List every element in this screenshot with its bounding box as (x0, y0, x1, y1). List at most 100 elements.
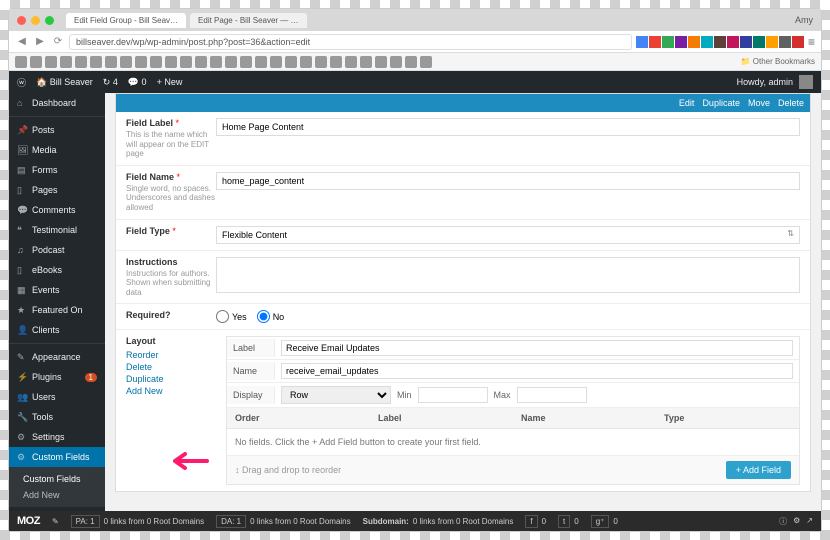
sidebar-item-media[interactable]: 🖼Media (9, 140, 105, 160)
layout-reorder-link[interactable]: Reorder (126, 349, 216, 361)
bookmark-icon[interactable] (45, 56, 57, 68)
bookmark-icon[interactable] (360, 56, 372, 68)
bookmark-icon[interactable] (135, 56, 147, 68)
export-icon[interactable]: ↗ (806, 516, 813, 527)
minimize-window-icon[interactable] (31, 16, 40, 25)
layout-display-select[interactable]: Row (281, 386, 391, 404)
bookmark-icon[interactable] (210, 56, 222, 68)
bookmark-icon[interactable] (390, 56, 402, 68)
edit-link[interactable]: Edit (679, 98, 695, 108)
site-name[interactable]: 🏠 Bill Seaver (36, 77, 93, 88)
sidebar-item-events[interactable]: ▦Events (9, 280, 105, 300)
sidebar-item-users[interactable]: 👥Users (9, 387, 105, 407)
sidebar-item-posts[interactable]: 📌Posts (9, 116, 105, 140)
bookmark-icon[interactable] (75, 56, 87, 68)
comments-icon[interactable]: 💬 0 (128, 77, 147, 88)
required-yes[interactable]: Yes (216, 310, 247, 323)
info-icon[interactable]: ⓘ (779, 516, 787, 527)
reload-icon[interactable]: ⟳ (51, 35, 65, 49)
browser-profile[interactable]: Amy (795, 15, 813, 25)
submenu-add-new[interactable]: Add New (23, 487, 105, 503)
delete-link[interactable]: Delete (778, 98, 804, 108)
field-type-select[interactable]: Flexible Content (216, 226, 800, 244)
ext-icon[interactable] (753, 36, 765, 48)
howdy-user[interactable]: Howdy, admin (737, 77, 793, 87)
ext-icon[interactable] (779, 36, 791, 48)
back-icon[interactable]: ◀ (15, 35, 29, 49)
bookmark-icon[interactable] (420, 56, 432, 68)
pencil-icon[interactable]: ✎ (52, 517, 59, 526)
layout-min-input[interactable] (418, 387, 488, 403)
layout-max-input[interactable] (517, 387, 587, 403)
ext-icon[interactable] (740, 36, 752, 48)
bookmark-icon[interactable] (30, 56, 42, 68)
ext-icon[interactable] (714, 36, 726, 48)
gear-icon[interactable]: ⚙ (793, 516, 800, 527)
new-content[interactable]: + New (157, 77, 183, 87)
sidebar-item-clients[interactable]: 👤Clients (9, 320, 105, 340)
ext-icon[interactable] (688, 36, 700, 48)
moz-logo[interactable]: MOZ (17, 515, 40, 527)
bookmark-icon[interactable] (60, 56, 72, 68)
fb-icon[interactable]: f (525, 515, 537, 528)
layout-delete-link[interactable]: Delete (126, 361, 216, 373)
sidebar-item-tools[interactable]: 🔧Tools (9, 407, 105, 427)
ext-icon[interactable] (792, 36, 804, 48)
bookmark-icon[interactable] (300, 56, 312, 68)
bookmark-icon[interactable] (165, 56, 177, 68)
required-no[interactable]: No (257, 310, 285, 323)
sidebar-item-podcast[interactable]: ♫Podcast (9, 240, 105, 260)
menu-icon[interactable]: ≡ (808, 35, 815, 49)
sidebar-item-featured[interactable]: ★Featured On (9, 300, 105, 320)
updates-icon[interactable]: ↻ 4 (103, 77, 118, 88)
ext-icon[interactable] (649, 36, 661, 48)
ext-icon[interactable] (636, 36, 648, 48)
sidebar-item-plugins[interactable]: ⚡Plugins1 (9, 367, 105, 387)
avatar-icon[interactable] (799, 75, 813, 89)
sidebar-item-custom-fields[interactable]: ⚙Custom Fields (9, 447, 105, 467)
field-label-input[interactable] (216, 118, 800, 136)
forward-icon[interactable]: ▶ (33, 35, 47, 49)
ext-icon[interactable] (662, 36, 674, 48)
bookmark-icon[interactable] (120, 56, 132, 68)
close-window-icon[interactable] (17, 16, 26, 25)
ext-icon[interactable] (701, 36, 713, 48)
other-bookmarks[interactable]: 📁 Other Bookmarks (741, 57, 815, 66)
bookmark-icon[interactable] (240, 56, 252, 68)
ext-icon[interactable] (675, 36, 687, 48)
browser-tab[interactable]: Edit Page - Bill Seaver — … (190, 13, 306, 28)
instructions-textarea[interactable] (216, 257, 800, 293)
bookmark-icon[interactable] (330, 56, 342, 68)
bookmark-icon[interactable] (150, 56, 162, 68)
url-input[interactable]: billseaver.dev/wp/wp-admin/post.php?post… (69, 34, 632, 50)
bookmark-icon[interactable] (90, 56, 102, 68)
bookmark-icon[interactable] (255, 56, 267, 68)
sidebar-item-dashboard[interactable]: ⌂Dashboard (9, 93, 105, 113)
layout-add-new-link[interactable]: Add New (126, 385, 216, 397)
field-name-input[interactable] (216, 172, 800, 190)
sidebar-item-testimonial[interactable]: ❝Testimonial (9, 220, 105, 240)
bookmark-icon[interactable] (15, 56, 27, 68)
sidebar-item-settings[interactable]: ⚙Settings (9, 427, 105, 447)
bookmark-icon[interactable] (375, 56, 387, 68)
sidebar-item-ebooks[interactable]: ▯eBooks (9, 260, 105, 280)
bookmark-icon[interactable] (180, 56, 192, 68)
bookmark-icon[interactable] (270, 56, 282, 68)
bookmark-icon[interactable] (195, 56, 207, 68)
ext-icon[interactable] (766, 36, 778, 48)
layout-name-input[interactable] (281, 363, 793, 379)
maximize-window-icon[interactable] (45, 16, 54, 25)
bookmark-icon[interactable] (105, 56, 117, 68)
duplicate-link[interactable]: Duplicate (702, 98, 740, 108)
bookmark-icon[interactable] (405, 56, 417, 68)
bookmark-icon[interactable] (225, 56, 237, 68)
bookmark-icon[interactable] (345, 56, 357, 68)
tw-icon[interactable]: t (558, 515, 570, 528)
sidebar-item-appearance[interactable]: ✎Appearance (9, 343, 105, 367)
move-link[interactable]: Move (748, 98, 770, 108)
bookmark-icon[interactable] (315, 56, 327, 68)
bookmark-icon[interactable] (285, 56, 297, 68)
layout-label-input[interactable] (281, 340, 793, 356)
sidebar-item-forms[interactable]: ▤Forms (9, 160, 105, 180)
layout-duplicate-link[interactable]: Duplicate (126, 373, 216, 385)
